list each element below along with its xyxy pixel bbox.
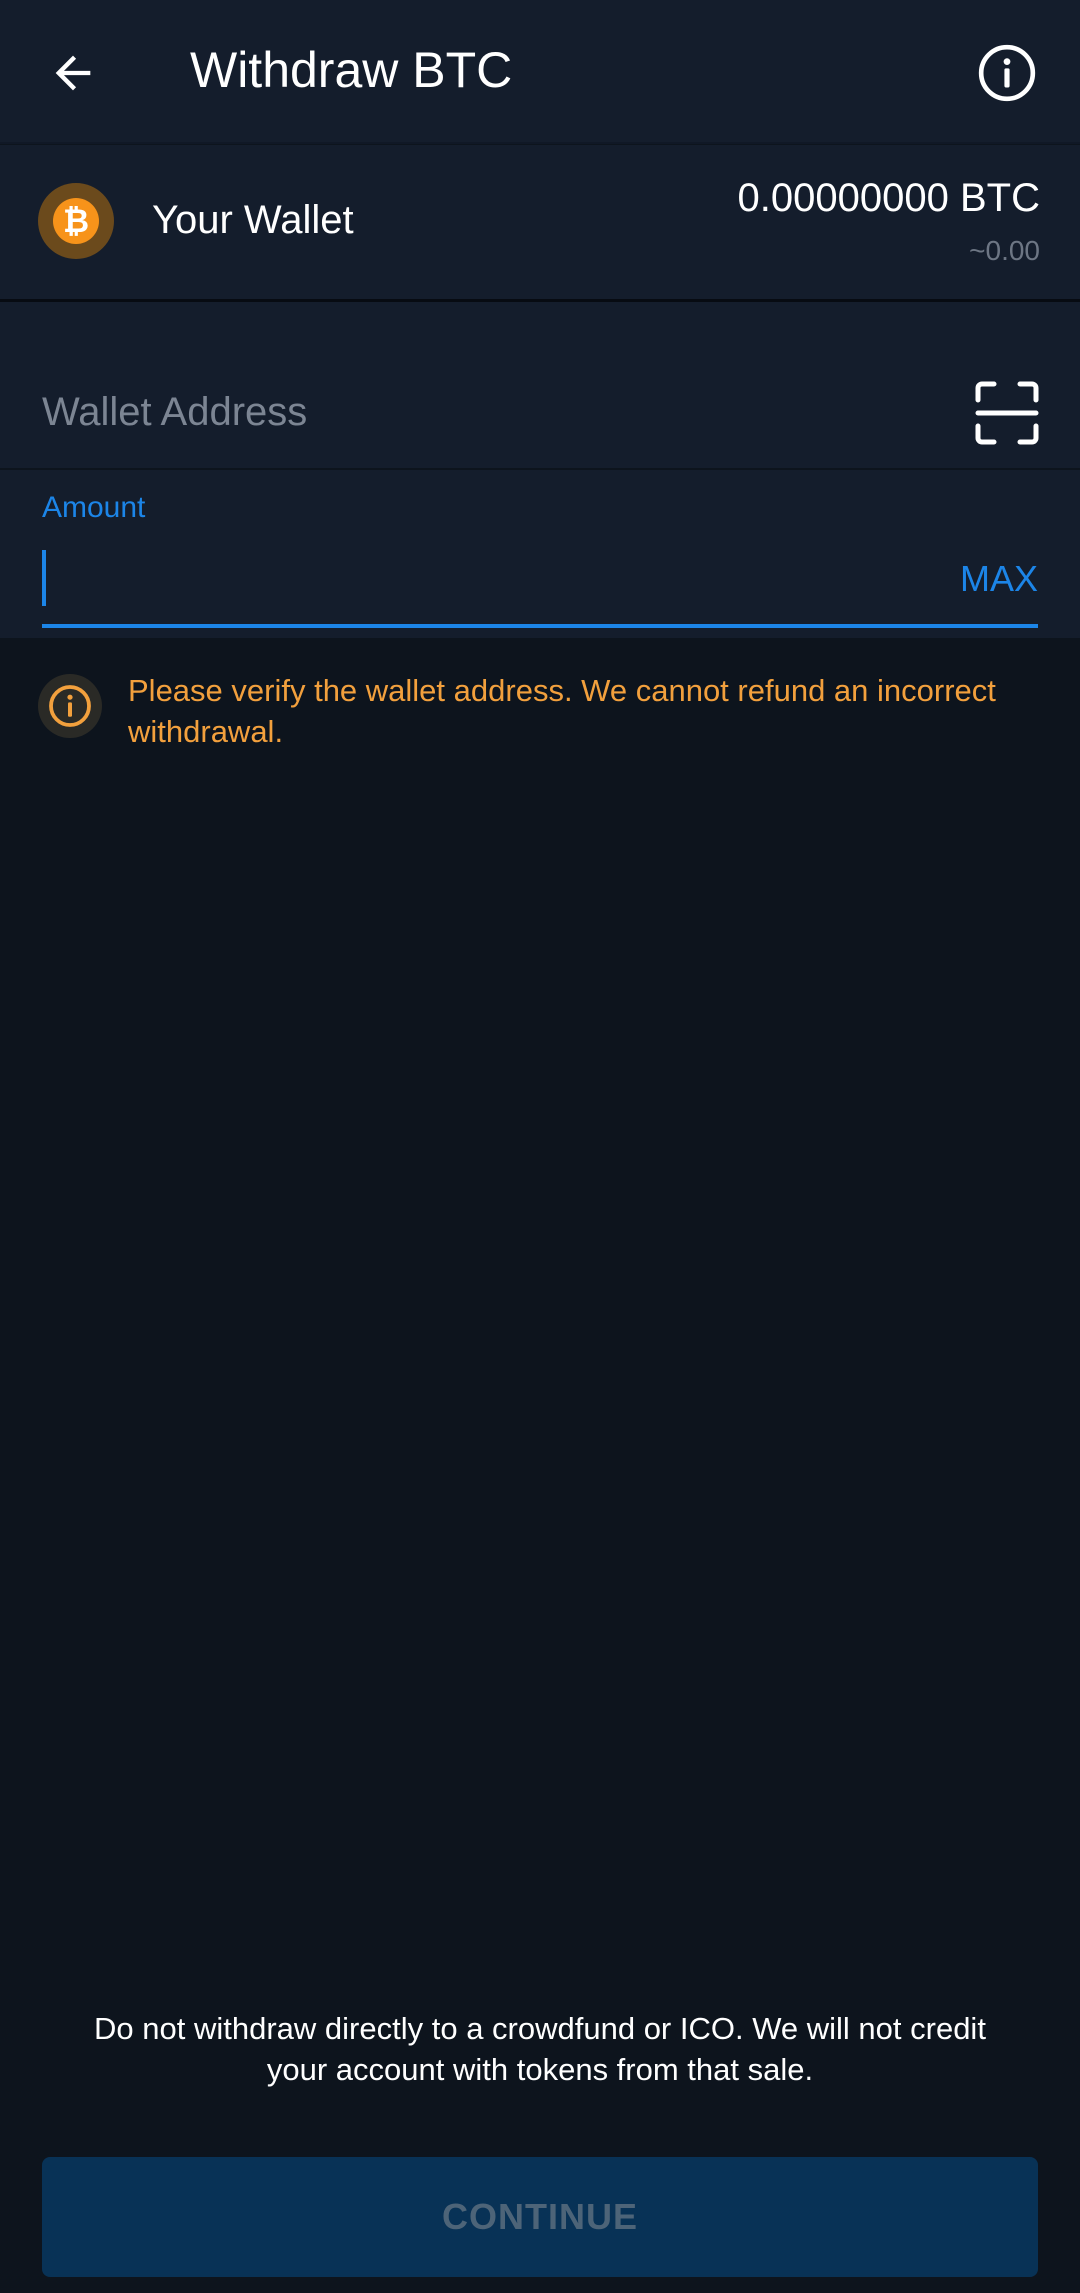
ico-disclaimer: Do not withdraw directly to a crowdfund …: [94, 2011, 986, 2087]
continue-button[interactable]: CONTINUE: [42, 2157, 1038, 2277]
bitcoin-icon: ₿: [38, 183, 114, 259]
warning-info-icon: [38, 674, 102, 738]
wallet-summary: ₿ Your Wallet 0.00000000 BTC ~0.00: [0, 145, 1080, 302]
amount-input-container: MAX: [42, 550, 1038, 628]
max-button[interactable]: MAX: [960, 556, 1038, 602]
info-circle-icon: [49, 685, 91, 727]
info-circle-icon: [978, 44, 1036, 102]
amount-label: Amount: [42, 491, 146, 524]
wallet-address-input[interactable]: [42, 382, 922, 442]
wallet-fiat-value: ~0.00: [969, 235, 1040, 266]
wallet-address-field: [0, 302, 1080, 470]
qr-scan-icon: [975, 381, 1039, 445]
text-cursor: [42, 550, 46, 606]
info-button[interactable]: [964, 30, 1050, 116]
amount-input[interactable]: [52, 550, 952, 606]
scan-qr-button[interactable]: [974, 380, 1040, 446]
warning-text: Please verify the wallet address. We can…: [128, 673, 996, 749]
wallet-balance: 0.00000000 BTC: [737, 176, 1040, 220]
back-button[interactable]: [30, 30, 116, 116]
amount-field: Amount MAX: [0, 470, 1080, 638]
page-title: Withdraw BTC: [190, 42, 513, 98]
wallet-label: Your Wallet: [152, 198, 354, 242]
bitcoin-symbol: ₿: [53, 198, 99, 244]
arrow-left-icon: [55, 55, 91, 91]
app-header: Withdraw BTC: [0, 0, 1080, 144]
